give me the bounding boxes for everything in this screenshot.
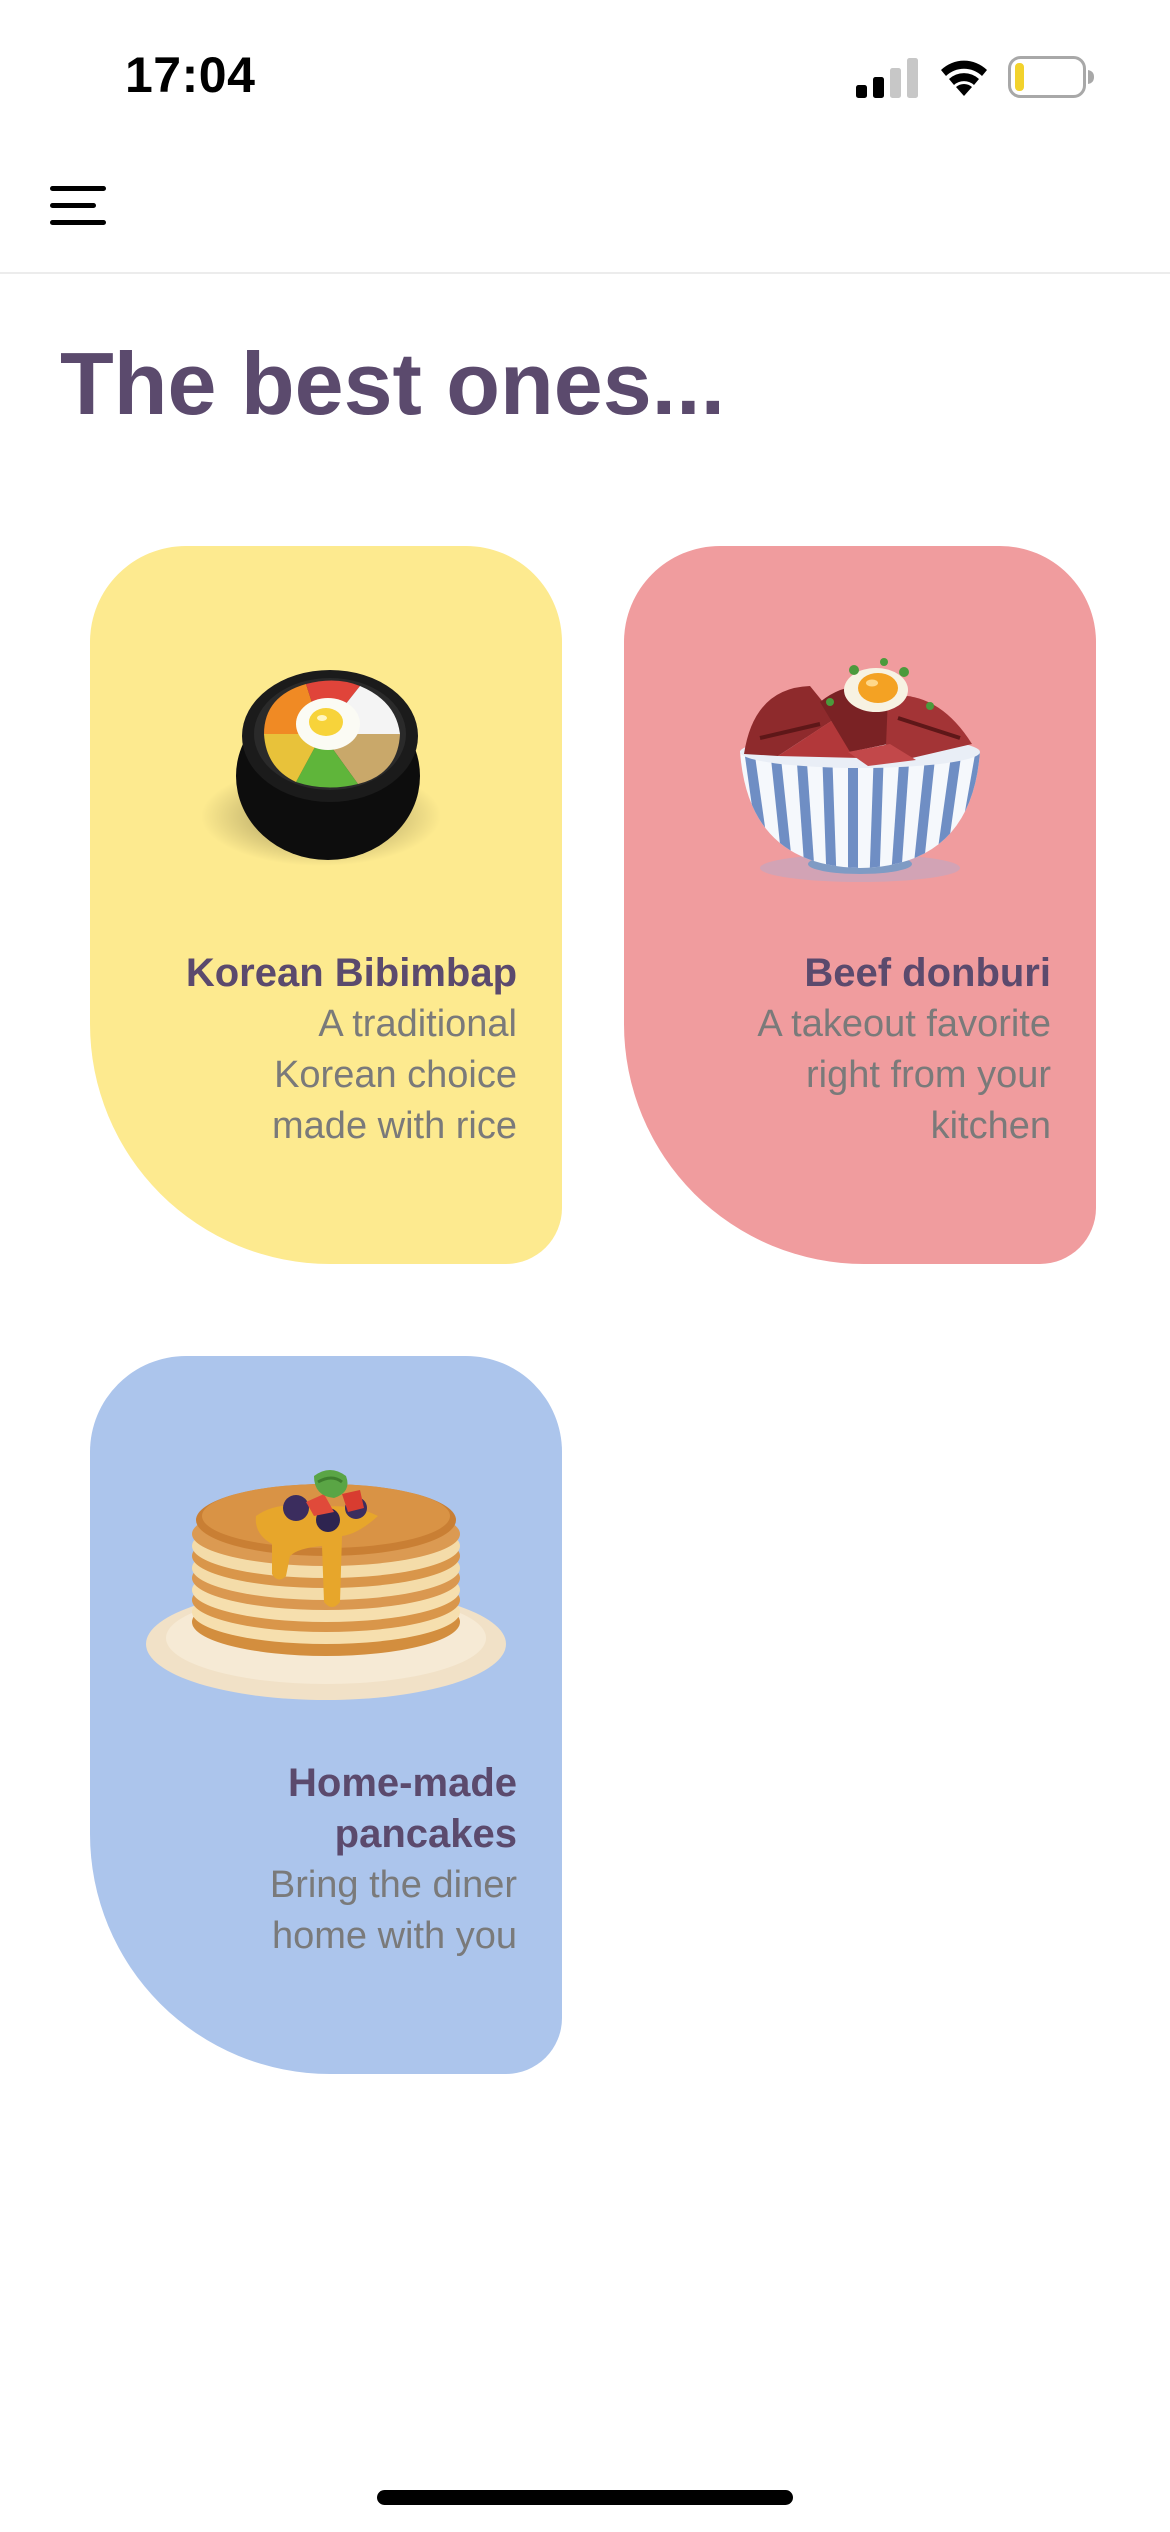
home-indicator[interactable] [377, 2490, 793, 2505]
card-text: Home-made pancakes Bring the diner home … [137, 1758, 517, 1962]
wifi-icon [941, 60, 987, 96]
card-beef-donburi[interactable]: Beef donburi A takeout favorite right fr… [624, 546, 1096, 1264]
card-text: Korean Bibimbap A traditional Korean cho… [137, 948, 517, 1152]
beef-donburi-bowl-illustration [740, 658, 980, 882]
status-bar: 17:04 [0, 0, 1170, 140]
card-title: Home-made pancakes [288, 1761, 517, 1856]
card-description: A traditional Korean choice made with ri… [272, 1003, 517, 1147]
card-description: Bring the diner home with you [269, 1864, 517, 1957]
card-title: Beef donburi [804, 951, 1051, 995]
card-text: Beef donburi A takeout favorite right fr… [671, 948, 1051, 1152]
navigation-bar [0, 140, 1170, 274]
card-title: Korean Bibimbap [185, 951, 517, 995]
card-home-made-pancakes[interactable]: Home-made pancakes Bring the diner home … [90, 1356, 562, 2074]
pancake-stack-illustration [146, 1470, 506, 1700]
cellular-signal-icon [856, 58, 918, 98]
page-title: The best ones... [60, 334, 726, 433]
bibimbap-bowl-illustration [201, 670, 441, 866]
battery-low-icon [1008, 56, 1094, 98]
hamburger-menu-icon[interactable] [50, 186, 106, 226]
status-time: 17:04 [125, 47, 256, 103]
card-korean-bibimbap[interactable]: Korean Bibimbap A traditional Korean cho… [90, 546, 562, 1264]
card-description: A takeout favorite right from your kitch… [757, 1003, 1051, 1147]
